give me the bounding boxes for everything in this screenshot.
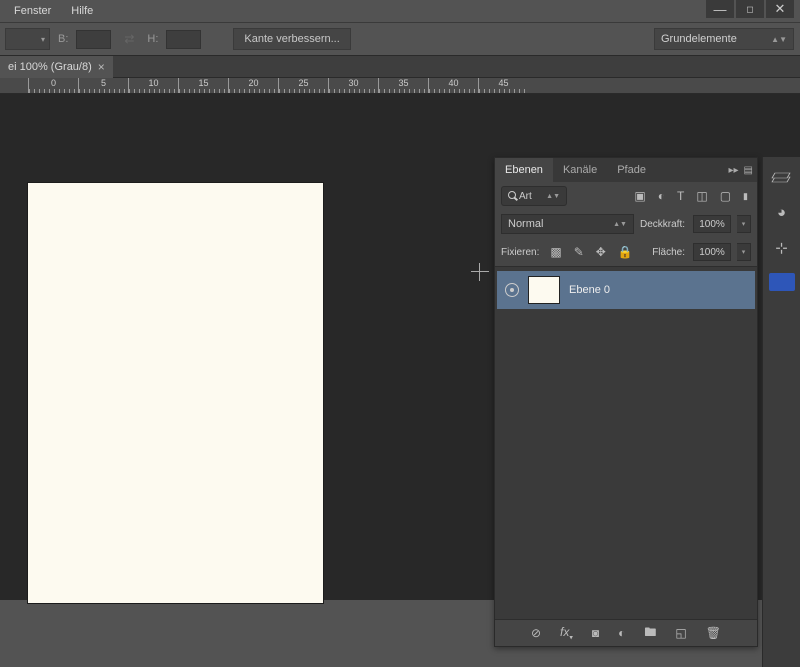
workspace-preset-label: Grundelemente <box>661 33 737 45</box>
fill-input[interactable]: 100% <box>693 243 731 261</box>
height-label: H: <box>147 33 158 45</box>
crosshair-cursor <box>471 263 489 281</box>
lock-fill-row: Fixieren: ▩ ✎ ✥ 🔒 Fläche: 100% ▾ <box>495 238 757 266</box>
ruler-tick: 35 <box>378 78 428 93</box>
layer-thumbnail[interactable] <box>529 277 559 303</box>
new-layer-icon[interactable]: ◱ <box>672 626 689 640</box>
blend-opacity-row: Normal ▲▼ Deckkraft: 100% ▾ <box>495 210 757 238</box>
window-controls: — ◻ ✕ <box>706 0 794 18</box>
document-tab-label: ei 100% (Grau/8) <box>8 61 92 73</box>
canvas[interactable] <box>28 183 323 603</box>
tab-layers[interactable]: Ebenen <box>495 158 553 182</box>
minimize-button[interactable]: — <box>706 0 734 18</box>
opacity-input[interactable]: 100% <box>693 215 731 233</box>
maximize-button[interactable]: ◻ <box>736 0 764 18</box>
collapse-icon[interactable]: ▸▸ <box>729 165 739 176</box>
document-tab-bar: ei 100% (Grau/8) × <box>0 56 800 78</box>
width-label: B: <box>58 33 68 45</box>
options-bar: ▾ B: ⇄ H: Kante verbessern... Grundeleme… <box>0 22 800 56</box>
panel-footer: ⊘ fx▾ ◙ ◐ 🖿 ◱ 🗑 <box>495 620 757 646</box>
chevron-updown-icon: ▲▼ <box>771 35 787 44</box>
panel-well: ◕ ⊹ <box>762 157 800 667</box>
menu-bar: Fenster Hilfe <box>0 0 800 22</box>
layers-panel: Ebenen Kanäle Pfade ▸▸ ▤ Art ▲▼ ▣ ◐ T ◫ … <box>494 157 758 647</box>
layer-filter-row: Art ▲▼ ▣ ◐ T ◫ ▢ ▮ <box>495 182 757 210</box>
swap-dimensions-icon[interactable]: ⇄ <box>119 32 139 46</box>
lock-pixels-icon[interactable]: ✎ <box>571 245 587 259</box>
height-input[interactable] <box>166 30 201 49</box>
ruler-tick: 25 <box>278 78 328 93</box>
filter-smart-icon[interactable]: ▢ <box>717 189 734 203</box>
panel-tab-strip: Ebenen Kanäle Pfade ▸▸ ▤ <box>495 158 757 182</box>
blend-mode-dropdown[interactable]: Normal ▲▼ <box>501 214 634 234</box>
adjustment-layer-icon[interactable]: ◐ <box>615 626 628 640</box>
filter-adjust-icon[interactable]: ◐ <box>655 189 668 203</box>
ruler-tick: 10 <box>128 78 178 93</box>
horizontal-ruler: 051015202530354045 <box>0 78 800 94</box>
search-icon <box>508 191 516 199</box>
layer-name[interactable]: Ebene 0 <box>569 284 610 296</box>
filter-toggle[interactable]: ▮ <box>740 191 751 202</box>
filter-kind-dropdown[interactable]: Art ▲▼ <box>501 186 567 206</box>
link-layers-icon[interactable]: ⊘ <box>528 626 544 640</box>
workspace: 051015202530354045 Ebenen Kanäle Pfade ▸… <box>0 78 800 600</box>
fill-slider-button[interactable]: ▾ <box>737 243 751 261</box>
tab-paths[interactable]: Pfade <box>607 158 656 182</box>
adjustments-icon[interactable]: ◕ <box>770 201 794 223</box>
ruler-tick: 0 <box>28 78 78 93</box>
close-icon[interactable]: × <box>98 60 105 74</box>
tab-channels[interactable]: Kanäle <box>553 158 607 182</box>
refine-edge-button[interactable]: Kante verbessern... <box>233 28 350 50</box>
tool-preset-dropdown[interactable]: ▾ <box>5 28 50 50</box>
lock-transparent-icon[interactable]: ▩ <box>547 245 564 259</box>
delete-layer-icon[interactable]: 🗑 <box>703 626 724 640</box>
ruler-tick: 30 <box>328 78 378 93</box>
workspace-preset-dropdown[interactable]: Grundelemente ▲▼ <box>654 28 794 50</box>
fill-label: Fläche: <box>652 247 685 258</box>
panel-menu-icon[interactable]: ▤ <box>744 165 753 176</box>
layer-style-icon[interactable]: fx▾ <box>557 625 576 641</box>
close-button[interactable]: ✕ <box>766 0 794 18</box>
paths-tool-icon[interactable]: ⊹ <box>770 237 794 259</box>
ruler-tick: 45 <box>478 78 528 93</box>
lock-position-icon[interactable]: ✥ <box>593 245 609 259</box>
layers-panel-icon[interactable] <box>770 165 794 187</box>
layer-mask-icon[interactable]: ◙ <box>589 626 602 640</box>
filter-shape-icon[interactable]: ◫ <box>693 189 710 203</box>
menu-help[interactable]: Hilfe <box>61 2 103 20</box>
lock-all-icon[interactable]: 🔒 <box>615 245 636 259</box>
layer-list: Ebene 0 <box>495 266 757 620</box>
opacity-slider-button[interactable]: ▾ <box>737 215 751 233</box>
width-input[interactable] <box>76 30 111 49</box>
ruler-tick: 40 <box>428 78 478 93</box>
document-tab[interactable]: ei 100% (Grau/8) × <box>0 56 113 78</box>
filter-text-icon[interactable]: T <box>674 189 687 203</box>
ruler-tick: 15 <box>178 78 228 93</box>
filter-pixel-icon[interactable]: ▣ <box>631 189 648 203</box>
menu-window[interactable]: Fenster <box>4 2 61 20</box>
layer-row[interactable]: Ebene 0 <box>497 271 755 309</box>
ruler-tick: 5 <box>78 78 128 93</box>
opacity-label: Deckkraft: <box>640 219 685 230</box>
lock-label: Fixieren: <box>501 247 539 258</box>
ruler-tick: 20 <box>228 78 278 93</box>
eye-icon[interactable] <box>505 283 519 297</box>
new-group-icon[interactable]: 🖿 <box>641 623 659 644</box>
color-swatch-icon[interactable] <box>769 273 795 291</box>
